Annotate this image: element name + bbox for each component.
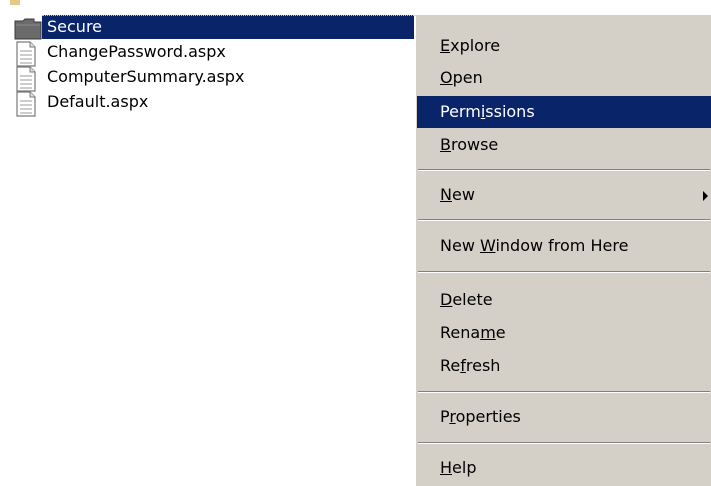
- menu-separator: [418, 391, 710, 393]
- folder-icon: [14, 18, 42, 40]
- explorer-window: Secure ChangePassword.aspx ComputerSumma…: [0, 0, 711, 486]
- list-item-secure[interactable]: Secure: [0, 14, 430, 41]
- menu-item-label: Properties: [440, 407, 521, 426]
- chevron-right-icon: [703, 191, 708, 201]
- menu-item-help[interactable]: Help: [417, 452, 711, 484]
- menu-item-rename[interactable]: Rename: [417, 317, 711, 349]
- menu-item-label: New Window from Here: [440, 236, 629, 255]
- menu-item-refresh[interactable]: Refresh: [417, 350, 711, 382]
- menu-item-explore[interactable]: Explore: [417, 30, 711, 62]
- file-name: ChangePassword.aspx: [47, 42, 226, 61]
- menu-item-label: Help: [440, 458, 477, 477]
- menu-item-label: Refresh: [440, 356, 501, 375]
- context-menu: Explore Open Permissions Browse New New …: [414, 15, 711, 486]
- partial-icon: [10, 0, 20, 5]
- list-item-default[interactable]: Default.aspx: [0, 89, 430, 117]
- menu-item-label: Open: [440, 68, 483, 87]
- menu-item-label: Explore: [440, 36, 501, 55]
- menu-item-browse[interactable]: Browse: [417, 129, 711, 161]
- menu-item-label: Rename: [440, 323, 506, 342]
- file-name: Secure: [47, 17, 103, 36]
- menu-separator: [418, 169, 710, 171]
- menu-separator: [418, 219, 710, 221]
- file-name: ComputerSummary.aspx: [47, 67, 245, 86]
- menu-item-label: Delete: [440, 290, 493, 309]
- menu-item-open[interactable]: Open: [417, 62, 711, 94]
- menu-item-label: Permissions: [440, 102, 535, 121]
- menu-separator: [418, 442, 710, 444]
- list-item-computersummary[interactable]: ComputerSummary.aspx: [0, 64, 430, 92]
- menu-item-permissions[interactable]: Permissions: [417, 96, 711, 128]
- menu-separator: [418, 271, 710, 273]
- menu-item-new[interactable]: New: [417, 179, 711, 211]
- menu-item-label: New: [440, 185, 475, 204]
- document-icon: [16, 91, 36, 117]
- menu-item-new-window[interactable]: New Window from Here: [417, 230, 711, 262]
- menu-item-delete[interactable]: Delete: [417, 284, 711, 316]
- menu-item-properties[interactable]: Properties: [417, 401, 711, 433]
- menu-item-label: Browse: [440, 135, 499, 154]
- file-name: Default.aspx: [47, 92, 149, 111]
- list-item-changepassword[interactable]: ChangePassword.aspx: [0, 39, 430, 67]
